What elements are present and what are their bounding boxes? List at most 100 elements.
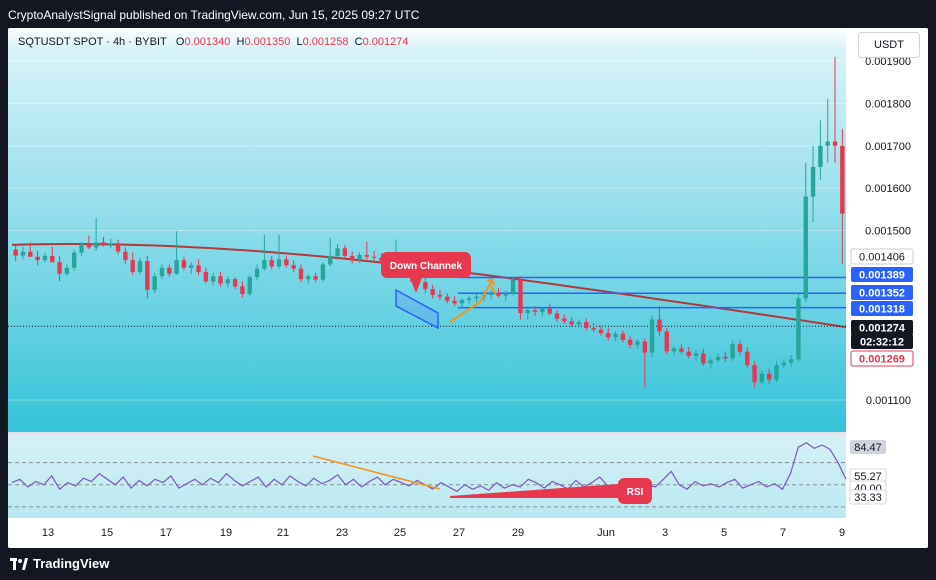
candle-body	[437, 294, 443, 297]
candle-body	[159, 267, 165, 277]
candle-body	[576, 322, 582, 325]
price-axis-label: 0.001352	[859, 288, 905, 300]
price-tick-label: 0.001800	[865, 98, 911, 110]
rsi-pane-background	[8, 435, 846, 518]
candle-body	[510, 279, 516, 294]
candle-body	[591, 327, 596, 330]
candle-body	[28, 251, 33, 257]
high-value: 0.001350	[244, 36, 291, 48]
candle-body	[796, 298, 801, 360]
pane-divider	[8, 432, 928, 435]
candle-body	[730, 344, 735, 359]
candle-body	[525, 310, 530, 314]
candle-body	[130, 260, 135, 273]
candle-body	[152, 276, 157, 290]
candle-body	[496, 293, 501, 296]
candle-body	[657, 319, 662, 332]
candle-body	[71, 252, 77, 268]
candle-body	[503, 293, 509, 296]
symbol-name: SQTUSDT SPOT · 4h · BYBIT	[18, 36, 167, 48]
publisher-line: CryptoAnalystSignal published on Trading…	[8, 8, 420, 22]
rsi-axis-label: 84.47	[854, 442, 882, 454]
candle-body	[540, 308, 545, 312]
tradingview-logo-icon	[10, 557, 28, 570]
rsi-label-text: RSI	[627, 487, 644, 498]
candle-body	[832, 141, 838, 146]
candle-body	[810, 166, 816, 197]
candle-body	[240, 286, 245, 295]
candle-body	[313, 276, 318, 280]
candle-body	[452, 300, 457, 304]
candle-body	[554, 313, 560, 319]
time-tick-label: 27	[453, 527, 465, 539]
candle-body	[532, 310, 538, 312]
candle-body	[269, 260, 274, 267]
tradingview-frame: CryptoAnalystSignal published on Trading…	[0, 0, 936, 580]
candle-body	[620, 333, 626, 340]
candle-body	[759, 373, 765, 383]
currency-selector-button[interactable]: USDT	[858, 32, 920, 58]
candle-body	[64, 267, 70, 274]
candle-body	[232, 279, 238, 287]
symbol-legend: SQTUSDT SPOT · 4h · BYBIT O0.001340 H0.0…	[18, 36, 408, 48]
candle-body	[342, 248, 348, 256]
time-tick-label: 9	[839, 527, 845, 539]
footer-brand-name: TradingView	[33, 556, 110, 571]
candle-body	[766, 373, 772, 380]
candle-body	[664, 331, 669, 352]
chart-panel[interactable]: Down Channek RSI 0.001100 0.001500 0.00160…	[8, 28, 928, 548]
open-value: 0.001340	[184, 36, 231, 48]
candle-body	[745, 351, 750, 366]
candle-body	[679, 348, 684, 352]
candle-body	[203, 272, 209, 282]
candle-body	[708, 360, 713, 364]
candle-body	[598, 329, 604, 334]
down-channel-label-text: Down Channek	[390, 261, 463, 272]
candle-body	[693, 353, 699, 356]
candle-body	[291, 265, 296, 269]
price-tick-label: 0.001600	[865, 183, 911, 195]
candle-body	[174, 260, 179, 274]
time-tick-label: 29	[512, 527, 524, 539]
candle-body	[430, 288, 435, 295]
candle-body	[298, 268, 304, 280]
candle-body	[108, 243, 113, 245]
time-tick-label: 15	[101, 527, 113, 539]
candle-body	[547, 308, 552, 314]
time-tick-label: 21	[277, 527, 289, 539]
candle-body	[613, 333, 618, 338]
candle-body	[115, 243, 121, 252]
candle-body	[306, 276, 311, 280]
candle-body	[518, 279, 523, 314]
time-tick-label: Jun	[597, 527, 615, 539]
candle-body	[335, 248, 340, 256]
price-tick-label: 0.001500	[865, 226, 911, 238]
time-tick-label: 7	[780, 527, 786, 539]
candle-body	[79, 244, 84, 253]
candle-body	[276, 259, 282, 267]
candle-body	[167, 267, 172, 274]
candle-body	[225, 279, 231, 284]
candle-body	[86, 244, 92, 248]
rsi-axis-label: 33.33	[854, 492, 882, 504]
candle-body	[474, 296, 479, 299]
candle-body	[467, 298, 472, 300]
close-label: C	[354, 36, 363, 48]
candle-body	[840, 145, 845, 214]
candlestick-chart[interactable]: Down Channek RSI 0.001100 0.001500 0.00160…	[8, 28, 928, 548]
candle-body	[423, 282, 428, 289]
time-tick-label: 23	[336, 527, 348, 539]
candle-body	[584, 322, 589, 328]
candle-body	[364, 255, 370, 257]
price-tick-label: 0.001100	[866, 395, 911, 407]
candle-body	[671, 348, 677, 352]
time-tick-label: 17	[160, 527, 172, 539]
candle-body	[371, 256, 377, 258]
candle-body	[247, 277, 252, 295]
price-axis-label: 0.001318	[859, 304, 905, 316]
time-tick-label: 13	[42, 527, 54, 539]
candle-body	[445, 296, 450, 301]
candle-body	[284, 259, 289, 266]
candle-body	[752, 365, 757, 383]
candle-body	[262, 260, 267, 269]
